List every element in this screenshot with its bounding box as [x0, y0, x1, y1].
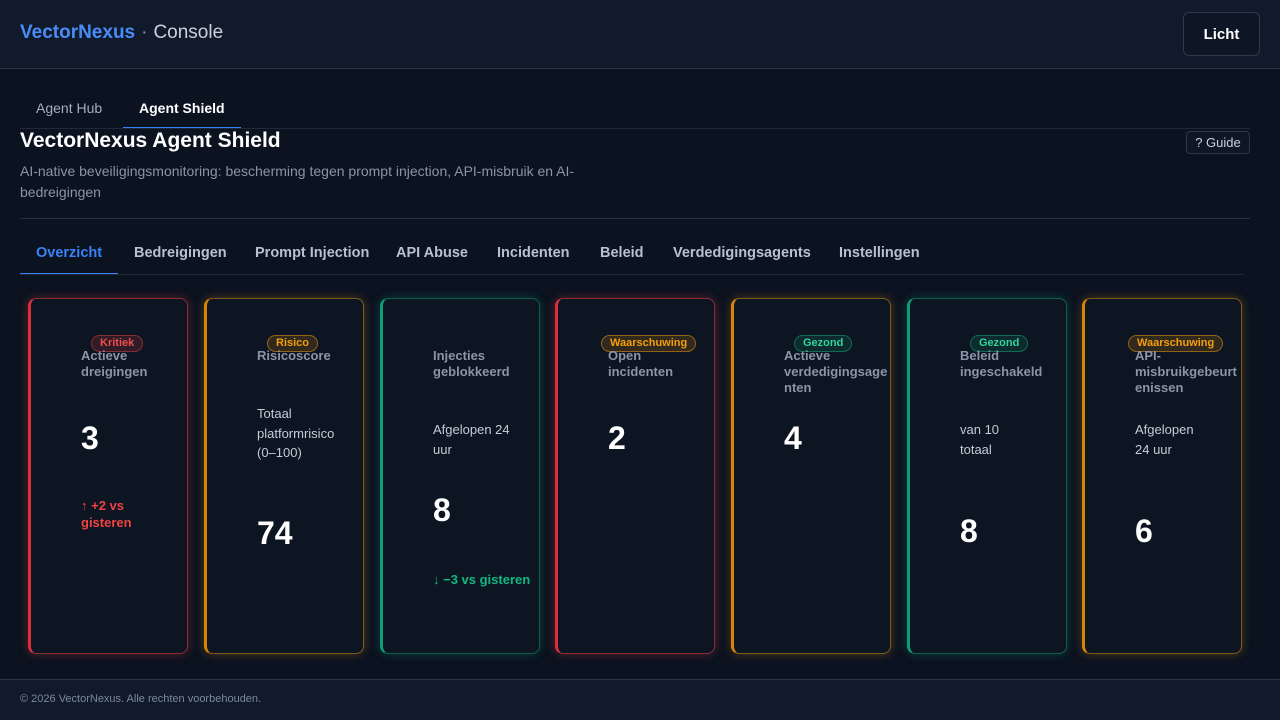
kpi-label: Beleid ingeschakeld — [960, 348, 1043, 379]
kpi-value: 3 — [81, 420, 99, 456]
kpi-card-api-abuse-events[interactable]: Waarschuwing API-misbruikgebeurtenissen … — [1082, 298, 1242, 654]
kpi-card-policies-enabled[interactable]: Gezond Beleid ingeschakeld van 10 totaal… — [907, 298, 1067, 654]
kpi-subtitle: Afgelopen 24 uur — [433, 422, 510, 457]
tab-api-abuse[interactable]: API Abuse — [380, 238, 484, 275]
tab-beleid[interactable]: Beleid — [584, 238, 660, 275]
kpi-value: 2 — [608, 420, 626, 456]
brand-separator: · — [141, 22, 148, 43]
kpi-card-open-incidents[interactable]: Waarschuwing Open incidenten 2 — [555, 298, 715, 654]
brand-name: VectorNexus — [20, 22, 136, 43]
brand-section: Console — [153, 22, 224, 43]
kpi-value: 8 — [433, 492, 451, 528]
section-tabs-divider — [20, 274, 1244, 275]
kpi-label: Open incidenten — [608, 348, 674, 379]
kpi-label: Actieve verdedigingsagenten — [784, 348, 888, 395]
kpi-label: API-misbruikgebeurtenissen — [1135, 348, 1237, 395]
kpi-value: 74 — [257, 515, 293, 551]
guide-button[interactable]: ? Guide — [1186, 131, 1250, 154]
kpi-card-defense-agents[interactable]: Gezond Actieve verdedigingsagenten 4 — [731, 298, 891, 654]
tab-verdedigingsagents[interactable]: Verdedigingsagents — [657, 238, 827, 275]
theme-toggle-button[interactable]: Licht — [1183, 12, 1260, 56]
tab-prompt-injection[interactable]: Prompt Injection — [239, 238, 385, 275]
footer: © 2026 VectorNexus. Alle rechten voorbeh… — [0, 679, 1280, 720]
kpi-trend: ↑ +2 vs gisteren — [81, 498, 132, 530]
brand[interactable]: VectorNexus · Console — [20, 22, 223, 44]
footer-copyright: © 2026 VectorNexus. Alle rechten voorbeh… — [20, 693, 262, 705]
tab-instellingen[interactable]: Instellingen — [823, 238, 936, 275]
kpi-value: 8 — [960, 513, 978, 549]
kpi-label: Actieve dreigingen — [81, 348, 148, 379]
kpi-card-injections-blocked[interactable]: Injecties geblokkeerd Afgelopen 24 uur 8… — [380, 298, 540, 654]
kpi-label: Risicoscore — [257, 348, 331, 363]
kpi-subtitle: van 10 totaal — [960, 422, 1000, 457]
app-tab-agent-shield[interactable]: Agent Shield — [123, 92, 241, 129]
kpi-subtitle: Totaal platformrisico (0–100) — [257, 406, 335, 460]
kpi-subtitle: Afgelopen 24 uur — [1135, 422, 1194, 457]
kpi-card-risk-score[interactable]: Risico Risicoscore Totaal platformrisico… — [204, 298, 364, 654]
top-bar: VectorNexus · Console Licht — [0, 0, 1280, 69]
kpi-label: Injecties geblokkeerd — [433, 348, 510, 379]
kpi-card-active-threats[interactable]: Kritiek Actieve dreigingen 3 ↑ +2 vs gis… — [28, 298, 188, 654]
kpi-value: 6 — [1135, 513, 1153, 549]
app-tab-agent-hub[interactable]: Agent Hub — [20, 92, 118, 129]
page-title: VectorNexus Agent Shield — [20, 129, 281, 152]
header-divider — [20, 218, 1250, 219]
tab-incidenten[interactable]: Incidenten — [481, 238, 586, 275]
tab-overzicht[interactable]: Overzicht — [20, 238, 119, 275]
kpi-trend: ↓ −3 vs gisteren — [433, 572, 531, 587]
kpi-value: 4 — [784, 420, 802, 456]
page-subtitle: AI-native beveiligingsmonitoring: besche… — [20, 163, 575, 200]
tab-bedreigingen[interactable]: Bedreigingen — [118, 238, 243, 275]
